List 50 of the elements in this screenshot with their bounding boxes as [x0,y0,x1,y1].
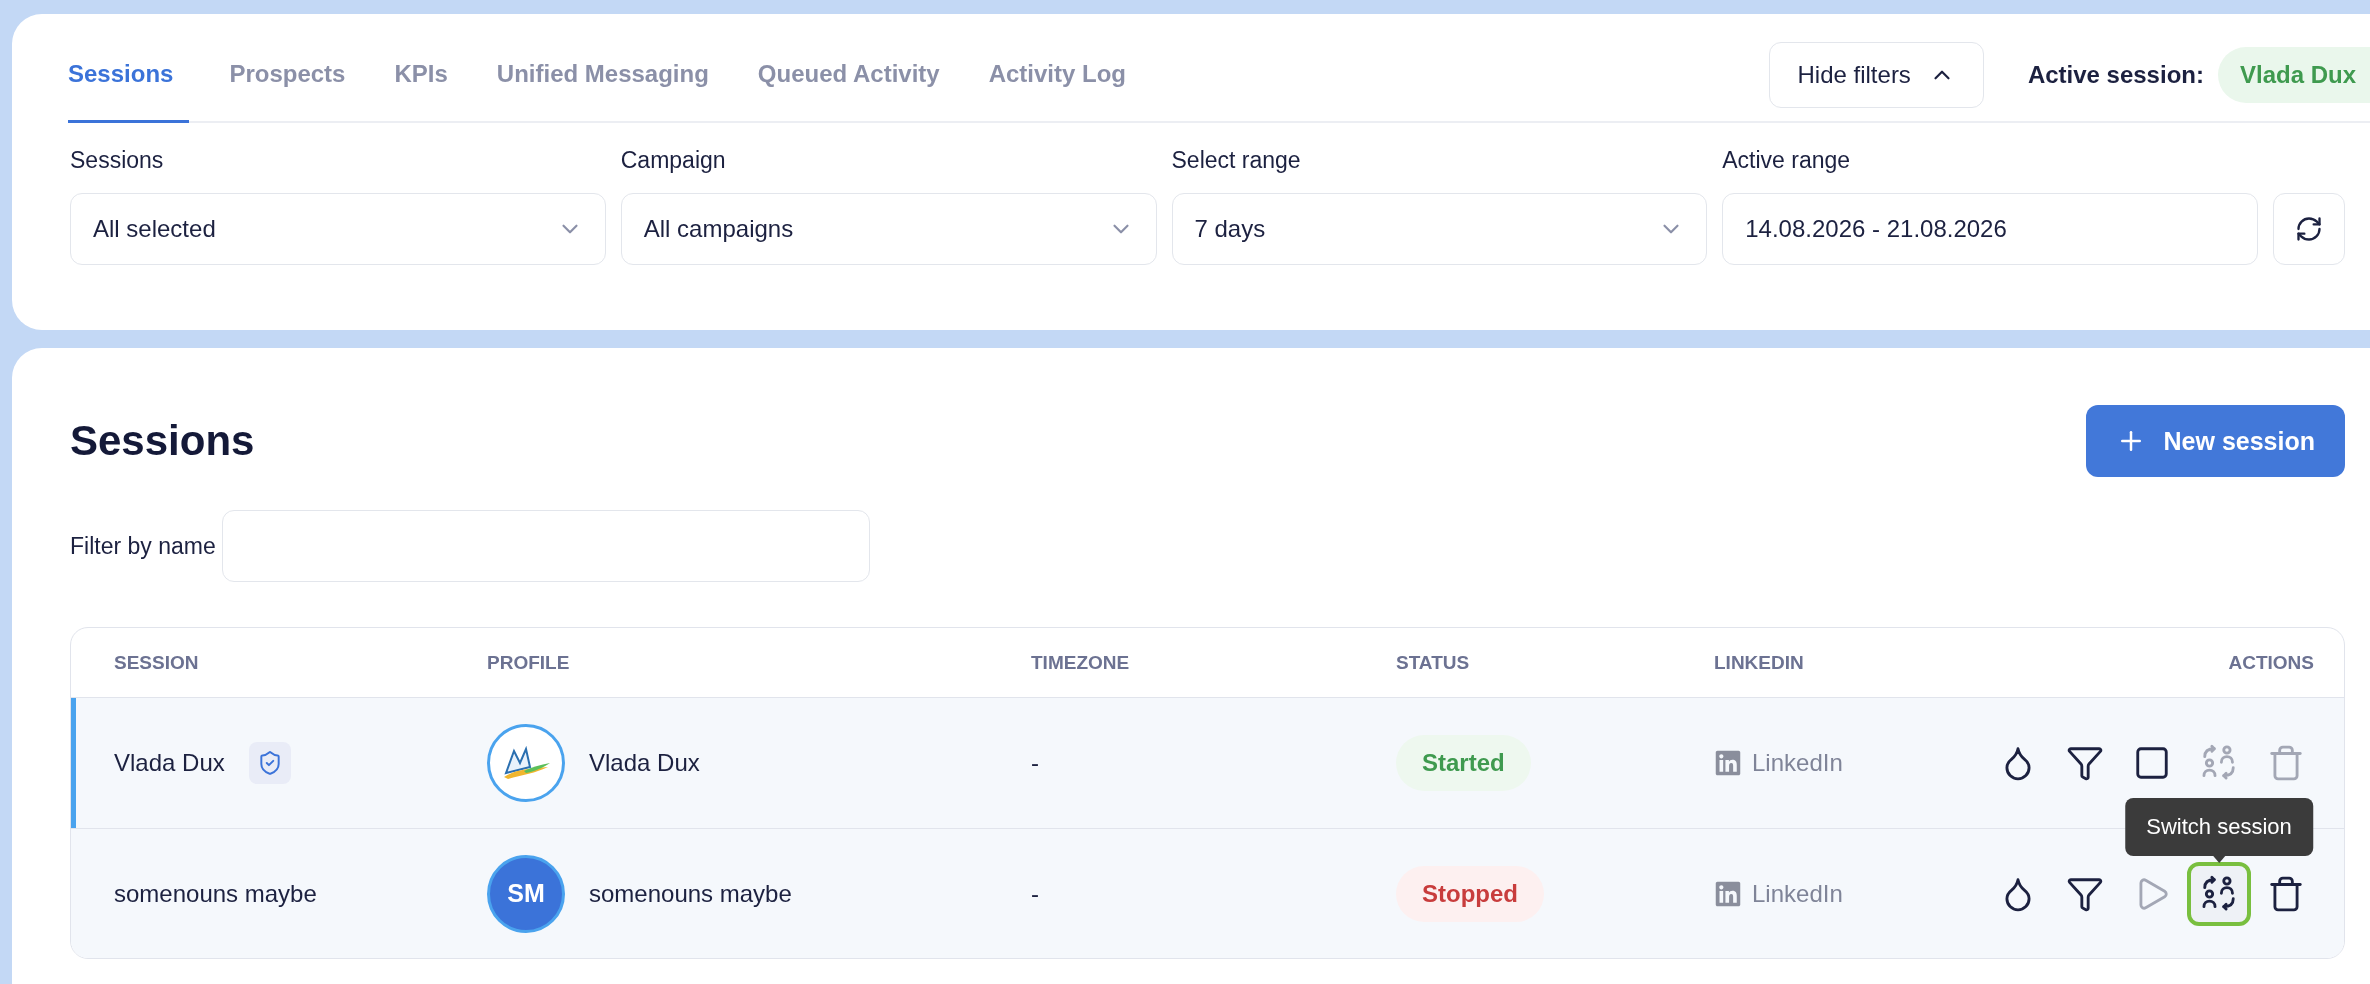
linkedin-icon [1714,879,1742,908]
timezone-cell-text: - [1031,879,1040,908]
tooltip-arrow [2213,855,2225,863]
nav-tab[interactable]: Sessions [68,28,190,123]
status-badge: Started [1396,735,1531,791]
linkedin-icon [1714,749,1742,777]
profile-name: Vlada Dux [589,749,700,777]
status-badge: Stopped [1396,865,1544,922]
refresh-icon [2295,215,2323,243]
column-header: TIMEZONE [1031,651,1131,674]
trash-icon [2267,874,2305,913]
user-swap-icon [2200,744,2238,782]
select-field[interactable]: 7 days [1171,193,1708,265]
session-name: Vlada Dux [114,749,225,777]
hide-filters-button[interactable]: Hide filters [1768,41,1984,108]
timezone-cell-text: - [1031,749,1040,777]
nav-tab[interactable]: Prospects [229,28,355,123]
column-header: LINKEDIN [1714,651,1805,674]
column-header: PROFILE [487,651,571,674]
new-session-button[interactable]: New session [2085,405,2345,477]
column-header: SESSION [114,651,200,674]
refresh-button[interactable] [2273,193,2345,265]
filter-label: Campaign [620,147,727,174]
filter-label: Select range [1171,147,1302,174]
nav-tab[interactable]: Activity Log [988,28,1135,123]
filter-label: Sessions [70,147,165,174]
page-title: Sessions [70,417,255,465]
trash-icon [2267,744,2305,782]
stop-icon [2133,744,2171,782]
session-name: somenouns maybe [114,879,317,908]
linkedin-link[interactable]: LinkedIn [1714,749,1990,777]
active-session-label: Active session: [2027,60,2204,89]
select-field[interactable]: All campaigns [620,193,1157,265]
funnel-icon [2066,744,2104,782]
user-swap-icon [2200,874,2238,913]
switch-session-button[interactable] [2187,861,2251,926]
nav-tab[interactable]: Queued Activity [757,28,949,123]
filter-label: Active range [1722,147,1852,174]
nav-tab[interactable]: KPIs [394,28,457,123]
date-range-field[interactable]: 14.08.2026 - 21.08.2026 [1722,193,2258,265]
column-header: STATUS [1396,651,1471,674]
filter-label: Filter by name [70,532,216,560]
initials-avatar: SM [487,854,565,933]
select-field[interactable]: All selected [70,193,606,265]
nav-tab[interactable]: Unified Messaging [496,28,718,123]
column-header: ACTIONS [2228,651,2314,674]
profile-name: somenouns maybe [589,879,792,908]
linkedin-link[interactable]: LinkedIn [1714,879,1990,908]
active-session-pill: Vlada Dux [2217,46,2370,103]
name-filter-input[interactable] [221,510,870,582]
